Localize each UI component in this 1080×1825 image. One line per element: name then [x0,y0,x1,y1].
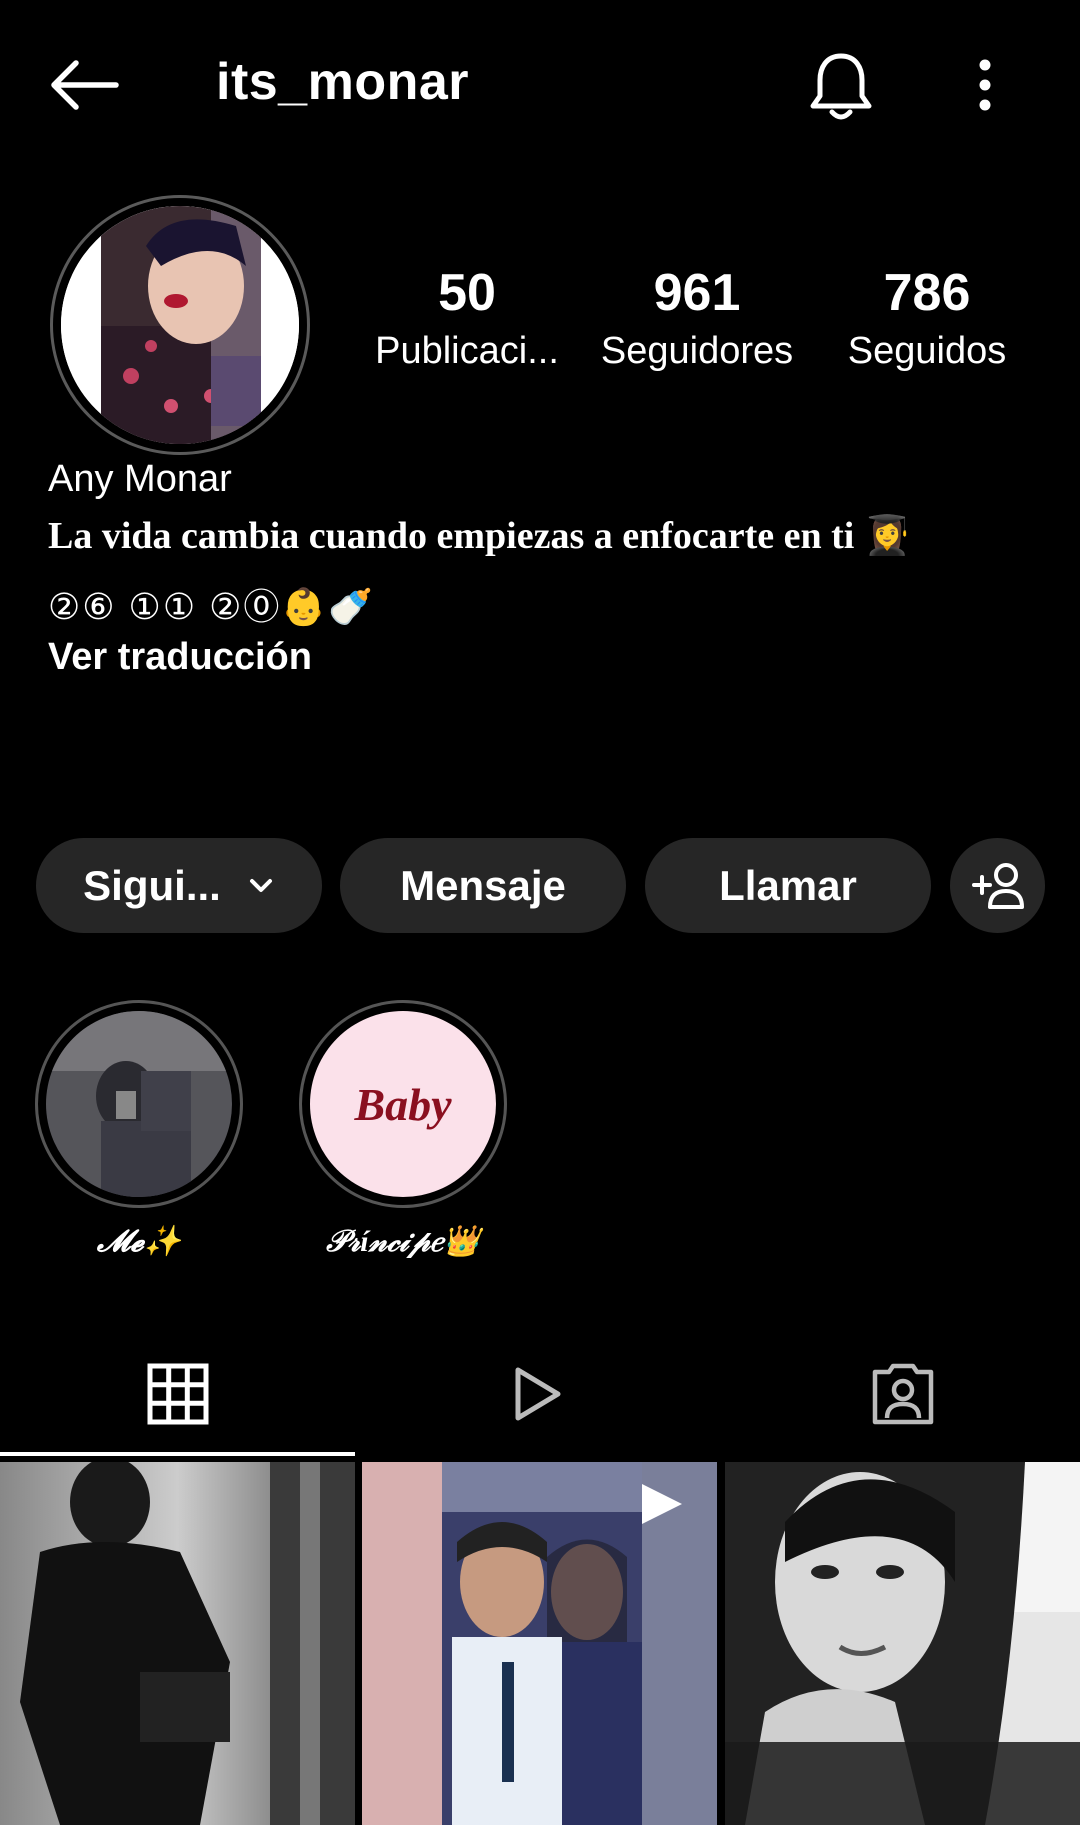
profile-avatar[interactable] [50,195,310,455]
highlight-cover-image: Baby [310,1011,496,1197]
bio-name: Any Monar [48,458,232,500]
call-button[interactable]: Llamar [645,838,931,933]
tagged-person-icon [872,1363,933,1425]
avatar-image [61,206,299,444]
arrow-left-icon [51,60,119,110]
highlight-label: 𝓜𝓮✨ [96,1225,182,1258]
profile-username: its_monar [216,53,470,111]
suggested-users-button[interactable] [950,838,1045,933]
bell-icon [810,53,872,120]
grid-post[interactable] [725,1462,1080,1825]
notifications-button[interactable] [808,50,874,124]
highlight-cover-image [46,1011,232,1197]
back-button[interactable] [44,55,124,115]
grid-post-reel[interactable] [362,1462,717,1825]
followers-count[interactable]: 961 Seguidores [588,264,806,373]
message-button[interactable]: Mensaje [340,838,626,933]
posts-count-label: Publicaci... [375,330,559,373]
highlight-label: 𝒫𝓇í𝓃𝒸𝒾𝓅𝑒👑 [326,1225,480,1258]
tab-reels[interactable] [358,1330,713,1458]
following-count-label: Seguidos [847,330,1007,373]
posts-count[interactable]: 50 Publicaci... [362,264,572,373]
vertical-dots-icon [979,59,991,111]
active-tab-indicator [0,1452,355,1456]
followers-count-label: Seguidores [600,330,794,373]
posts-count-value: 50 [438,264,496,322]
following-count-value: 786 [883,264,971,322]
highlight-cover-text: Baby [354,1078,452,1130]
followers-count-value: 961 [653,264,741,322]
highlight-cover-ring [35,1000,243,1208]
following-button-label: Sigui... [83,861,221,909]
tab-posts-grid[interactable] [0,1330,355,1458]
chevron-down-icon [249,878,272,892]
grid-icon [147,1363,208,1425]
call-button-label: Llamar [719,861,857,909]
see-translation-link[interactable]: Ver traducción [48,636,312,679]
grid-post[interactable] [0,1462,355,1825]
more-options-button[interactable] [968,55,1002,115]
highlight-cover-ring: Baby [299,1000,507,1208]
following-dropdown-button[interactable]: Sigui... [36,838,322,933]
story-highlight-me[interactable]: 𝓜𝓮✨ [34,1000,244,1259]
story-highlight-principe[interactable]: Baby 𝒫𝓇í𝓃𝒸𝒾𝓅𝑒👑 [298,1000,508,1259]
top-bar: its_monar [0,0,1080,175]
reels-play-icon [515,1367,560,1421]
tab-tagged[interactable] [725,1330,1080,1458]
bio-dates: ②⑥ ①① ②⓪👶🍼 [48,586,376,627]
following-count[interactable]: 786 Seguidos [832,264,1022,373]
person-plus-icon [971,862,1024,909]
message-button-label: Mensaje [400,861,566,909]
bio-text: La vida cambia cuando empiezas a enfocar… [48,515,912,557]
